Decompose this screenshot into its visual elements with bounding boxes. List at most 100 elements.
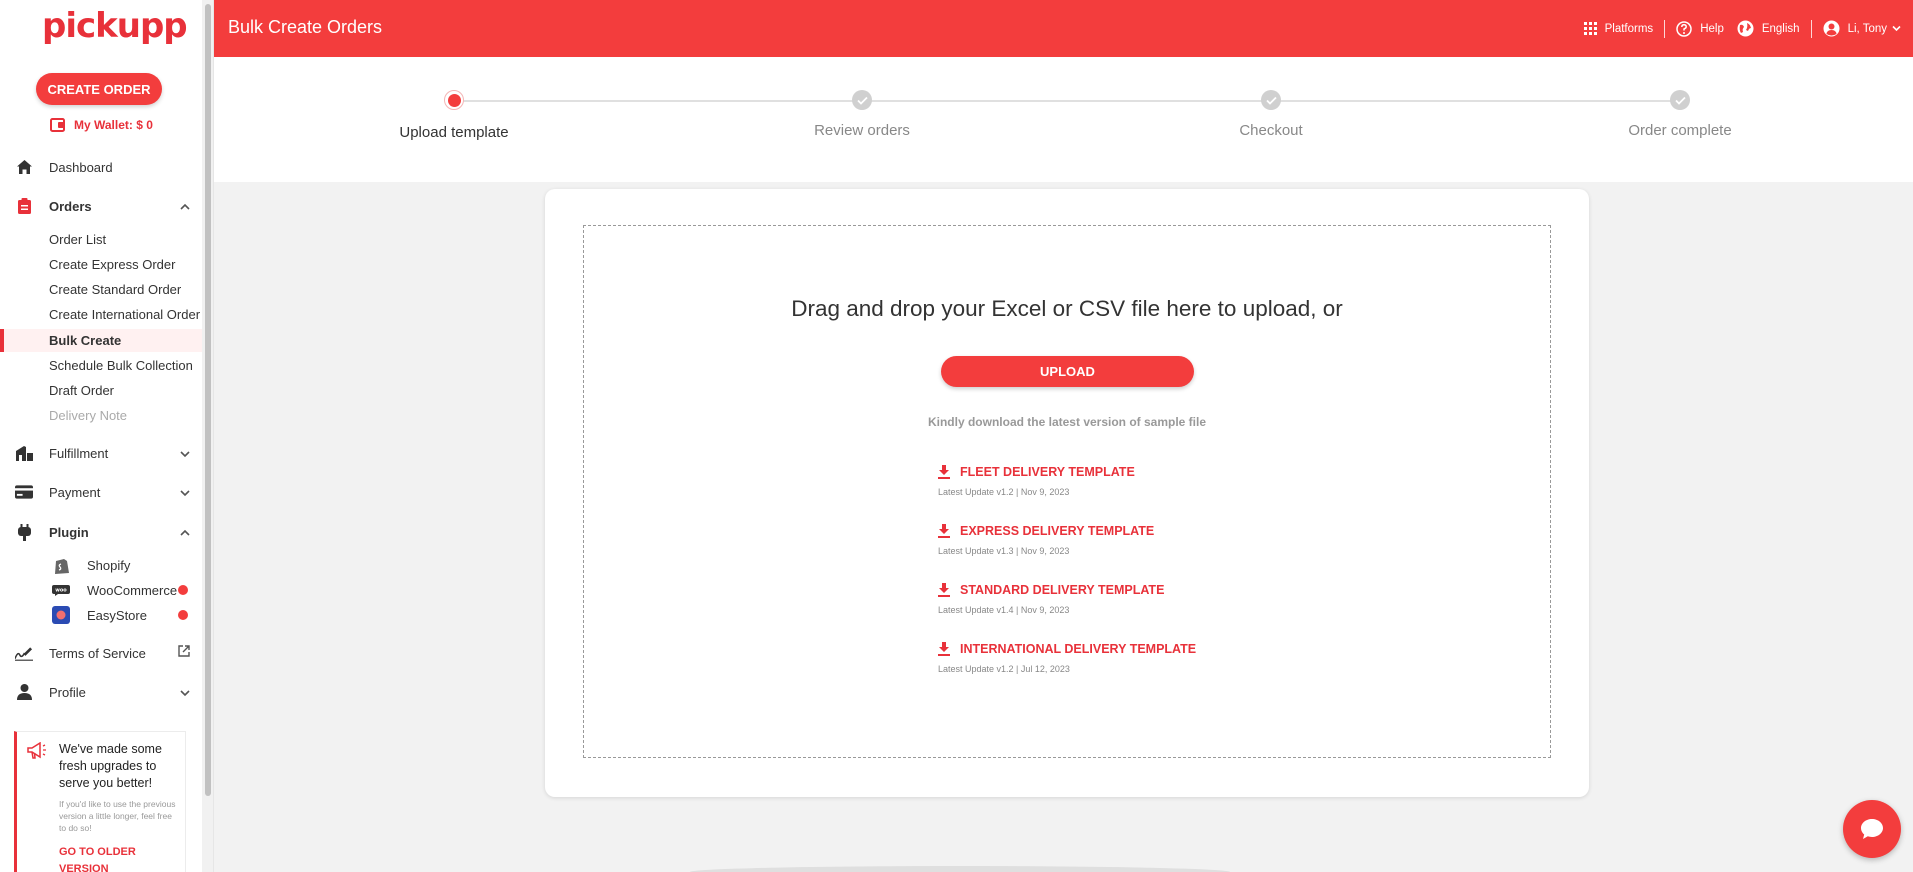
template-fleet: FLEET DELIVERY TEMPLATE Latest Update v1… [938,465,1338,497]
easystore-status-dot [178,610,188,620]
nav-payment-label: Payment [49,484,101,500]
shopify-label: Shopify [87,557,131,573]
sample-file-hint: Kindly download the latest version of sa… [927,415,1207,429]
step-label: Checkout [1239,122,1303,139]
sidebar-item-draft-order[interactable]: Draft Order [49,379,114,401]
nav-dashboard[interactable]: Dashboard [0,151,200,183]
nav-terms-label: Terms of Service [49,645,146,661]
chevron-down-icon [180,485,190,500]
dropzone-instructions: Drag and drop your Excel or CSV file her… [791,296,1343,321]
person-icon [15,683,33,701]
help-label: Help [1700,22,1724,35]
check-icon [852,90,872,110]
download-icon [938,583,950,597]
home-icon [15,158,33,176]
go-to-older-version-link[interactable]: GO TO OLDER VERSION [59,844,169,872]
upload-button[interactable]: UPLOAD [941,356,1194,387]
nav-fulfillment[interactable]: Fulfillment [0,437,200,469]
check-icon [1261,90,1281,110]
credit-card-icon [15,483,33,501]
warehouse-icon [15,444,33,462]
external-link-icon [178,645,190,660]
progress-stepper: Upload template Review orders Checkout O… [214,57,1913,182]
template-name: FLEET DELIVERY TEMPLATE [960,465,1135,479]
step-order-complete: Order complete [1560,90,1800,139]
shopify-icon [52,556,70,574]
wallet-label: My Wallet: $ 0 [74,118,153,132]
template-international: INTERNATIONAL DELIVERY TEMPLATE Latest U… [938,642,1338,674]
clipboard-icon [15,197,33,215]
template-version: Latest Update v1.4 | Nov 9, 2023 [938,605,1070,615]
user-menu[interactable]: Li, Tony [1812,19,1913,39]
sidebar-item-delivery-note: Delivery Note [49,407,128,423]
sidebar-item-create-standard-order[interactable]: Create Standard Order [49,278,181,300]
sidebar-item-schedule-bulk-collection[interactable]: Schedule Bulk Collection [49,354,193,376]
nav-profile[interactable]: Profile [0,676,200,708]
language-menu[interactable]: English [1735,19,1811,39]
nav-profile-label: Profile [49,684,86,700]
template-version: Latest Update v1.3 | Nov 9, 2023 [938,546,1070,556]
download-fleet-template-link[interactable]: FLEET DELIVERY TEMPLATE [938,465,1338,479]
wallet-link[interactable]: My Wallet: $ 0 [50,118,153,132]
woocommerce-icon: woo [52,581,70,599]
download-express-template-link[interactable]: EXPRESS DELIVERY TEMPLATE [938,524,1338,538]
download-standard-template-link[interactable]: STANDARD DELIVERY TEMPLATE [938,583,1338,597]
woocommerce-label: WooCommerce [87,582,178,598]
file-dropzone[interactable]: Drag and drop your Excel or CSV file her… [583,225,1551,758]
check-icon [1670,90,1690,110]
nav-fulfillment-label: Fulfillment [49,445,109,461]
create-order-button[interactable]: CREATE ORDER [36,73,162,105]
chevron-up-icon [180,199,190,214]
template-version: Latest Update v1.2 | Nov 9, 2023 [938,487,1070,497]
sidebar-scrollbar[interactable] [202,0,213,872]
easystore-icon [52,606,70,624]
user-avatar-icon [1823,20,1840,37]
template-name: EXPRESS DELIVERY TEMPLATE [960,524,1155,538]
chevron-up-icon [180,525,190,540]
nav-orders[interactable]: Orders [0,190,200,222]
platforms-label: Platforms [1604,22,1654,35]
step-label: Review orders [814,122,910,139]
nav-terms-of-service[interactable]: Terms of Service [0,637,200,669]
page-title: Bulk Create Orders [228,17,383,37]
nav-plugin[interactable]: Plugin [0,516,200,548]
chat-button[interactable] [1843,800,1901,858]
download-icon [938,465,950,479]
download-icon [938,642,950,656]
sidebar-item-create-express-order[interactable]: Create Express Order [49,253,175,275]
step-label: Upload template [399,124,509,141]
user-name: Li, Tony [1847,22,1887,35]
sidebar-item-bulk-create[interactable]: Bulk Create [49,329,121,351]
sidebar-item-create-international-order[interactable]: Create International Order [49,303,200,325]
step-review-orders: Review orders [742,90,982,139]
chevron-down-icon [1892,25,1901,32]
pickupp-logo[interactable]: pickupp [42,6,188,46]
download-international-template-link[interactable]: INTERNATIONAL DELIVERY TEMPLATE [938,642,1338,656]
platforms-menu[interactable]: Platforms [1573,19,1665,39]
scrollbar-thumb[interactable] [205,4,211,796]
help-menu[interactable]: Help [1665,19,1735,39]
stepper-track [454,100,1674,102]
chevron-down-icon [180,685,190,700]
nav-plugin-label: Plugin [49,524,89,540]
easystore-label: EasyStore [87,607,147,623]
svg-text:woo: woo [55,587,67,593]
upgrade-notice: We've made some fresh upgrades to serve … [14,731,186,872]
nav-payment[interactable]: Payment [0,476,200,508]
sidebar-item-easystore[interactable]: EasyStore [52,604,202,626]
download-icon [938,524,950,538]
template-standard: STANDARD DELIVERY TEMPLATE Latest Update… [938,583,1338,615]
grid-icon [1583,22,1597,35]
wallet-icon [50,118,65,132]
sidebar-item-shopify[interactable]: Shopify [52,554,202,576]
step-label: Order complete [1628,122,1732,139]
nav-orders-label: Orders [49,198,92,214]
notice-body: If you'd like to use the previous versio… [59,799,176,833]
help-icon [1676,20,1692,37]
sidebar-item-order-list[interactable]: Order List [49,228,106,250]
sidebar-item-woocommerce[interactable]: woo WooCommerce [52,579,202,601]
bottom-shadow [690,866,1230,872]
plug-icon [15,523,33,541]
header-actions: Platforms Help English Li, Tony [1573,0,1913,57]
sidebar: pickupp CREATE ORDER My Wallet: $ 0 Dash… [0,0,214,872]
